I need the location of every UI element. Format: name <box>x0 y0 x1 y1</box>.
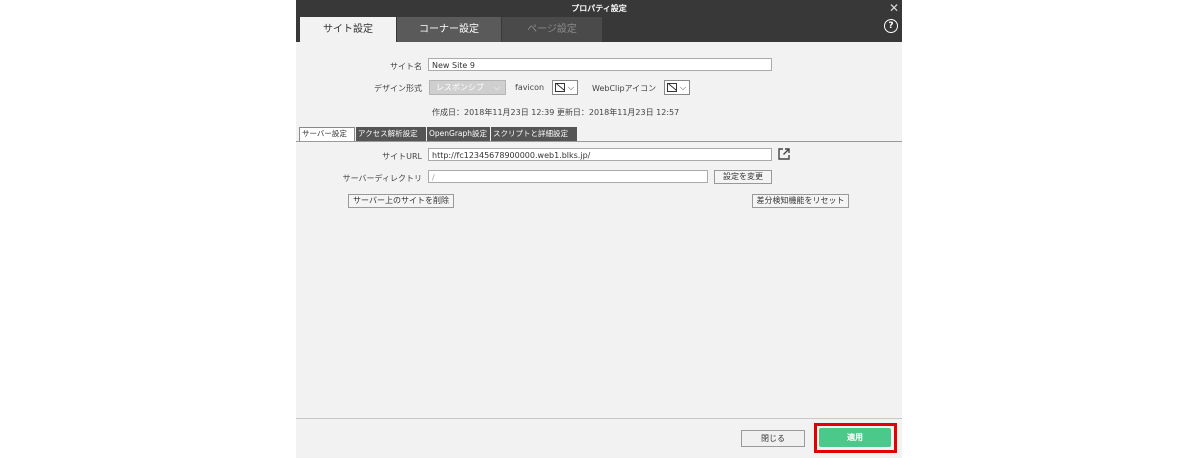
server-directory-label: サーバーディレクトリ <box>342 174 422 183</box>
help-icon[interactable]: ? <box>884 19 898 33</box>
tab-site-settings[interactable]: サイト設定 <box>300 17 396 42</box>
design-format-value: レスポンシブ <box>436 83 484 92</box>
site-name-label: サイト名 <box>390 62 422 71</box>
no-image-icon <box>667 83 677 92</box>
favicon-picker[interactable]: ⌵ <box>552 80 578 95</box>
subtab-script-advanced[interactable]: スクリプトと詳細設定 <box>491 127 577 141</box>
no-image-icon <box>555 83 565 92</box>
design-format-select: レスポンシブ ⌵ <box>429 80 506 95</box>
chevron-down-icon: ⌵ <box>568 83 575 92</box>
close-button[interactable]: 閉じる <box>741 430 805 447</box>
subtab-access-analysis[interactable]: アクセス解析設定 <box>356 127 426 141</box>
divider <box>296 141 902 142</box>
apply-button[interactable]: 適用 <box>819 428 891 447</box>
webclip-label: WebClipアイコン <box>592 84 657 93</box>
created-label: 作成日： <box>432 108 464 117</box>
date-info: 作成日：2018年11月23日 12:39 更新日：2018年11月23日 12… <box>432 107 679 118</box>
dialog-title: プロパティ設定 <box>571 4 627 13</box>
main-tabs: サイト設定 コーナー設定 ページ設定 <box>296 17 902 42</box>
favicon-label: favicon <box>515 83 545 92</box>
subtab-server[interactable]: サーバー設定 <box>299 127 355 141</box>
site-url-input[interactable]: http://fc12345678900000.web1.blks.jp/ <box>428 148 772 161</box>
property-dialog: プロパティ設定 ✕ サイト設定 コーナー設定 ページ設定 ? サイト名 New … <box>296 0 902 458</box>
webclip-picker[interactable]: ⌵ <box>664 80 690 95</box>
close-icon[interactable]: ✕ <box>889 1 899 15</box>
updated-value: 2018年11月23日 12:57 <box>588 108 680 117</box>
updated-label: 更新日： <box>556 108 589 117</box>
tab-corner-settings[interactable]: コーナー設定 <box>397 17 501 42</box>
external-link-icon[interactable] <box>778 148 790 160</box>
tab-page-settings: ページ設定 <box>502 17 602 42</box>
design-format-label: デザイン形式 <box>374 84 422 93</box>
chevron-down-icon: ⌵ <box>680 83 687 92</box>
reset-diff-detection-button[interactable]: 差分検知機能をリセット <box>752 194 849 208</box>
footer-divider <box>296 418 902 419</box>
chevron-down-icon: ⌵ <box>493 83 500 92</box>
change-settings-button[interactable]: 設定を変更 <box>714 170 772 184</box>
site-name-input[interactable]: New Site 9 <box>428 58 772 71</box>
delete-server-site-button[interactable]: サーバー上のサイトを削除 <box>348 194 454 208</box>
site-url-label: サイトURL <box>382 152 422 161</box>
server-directory-input[interactable]: / <box>428 170 708 183</box>
title-bar: プロパティ設定 ✕ <box>296 0 902 17</box>
subtab-opengraph[interactable]: OpenGraph設定 <box>427 127 490 141</box>
created-value: 2018年11月23日 12:39 <box>464 108 555 117</box>
